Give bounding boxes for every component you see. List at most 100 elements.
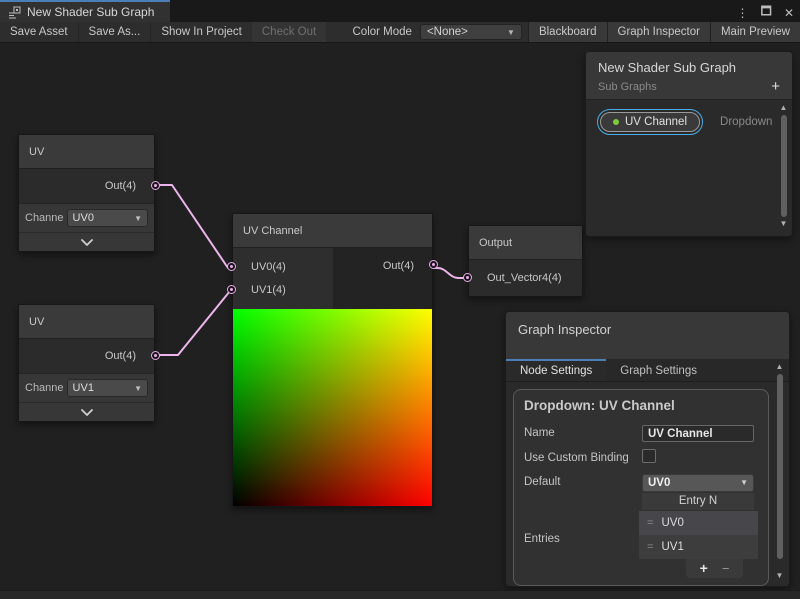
scrollbar-thumb[interactable] <box>777 374 783 559</box>
inspector-scrollbar[interactable]: ▲ ▼ <box>773 362 786 581</box>
tab-new-shader-sub-graph[interactable]: New Shader Sub Graph <box>0 0 170 22</box>
output-ports-column: Out(4) <box>333 248 432 309</box>
drag-handle-icon[interactable]: = <box>647 517 653 529</box>
add-entry-button[interactable]: + <box>700 561 708 575</box>
channel-value: UV1 <box>73 382 94 394</box>
scroll-up-icon[interactable]: ▲ <box>780 103 788 113</box>
scrollbar-thumb[interactable] <box>781 115 787 217</box>
input-port-uv1[interactable] <box>227 285 236 294</box>
default-label: Default <box>524 474 642 488</box>
check-out-button: Check Out <box>252 22 326 42</box>
collapse-preview-button[interactable] <box>19 232 154 251</box>
graph-inspector-panel[interactable]: Graph Inspector Node Settings Graph Sett… <box>505 311 790 587</box>
input-ports-column: UV0(4) UV1(4) <box>233 248 333 309</box>
use-custom-binding-checkbox[interactable] <box>642 449 656 463</box>
graph-inspector-toggle-button[interactable]: Graph Inspector <box>607 22 710 42</box>
node-uv-channel[interactable]: UV Channel UV0(4) UV1(4) Out(4) <box>232 213 433 507</box>
property-row: UV Channel Dropdown <box>586 100 792 132</box>
channel-dropdown[interactable]: UV0 ▼ <box>67 209 148 227</box>
show-in-project-button[interactable]: Show In Project <box>151 22 252 42</box>
save-asset-button[interactable]: Save Asset <box>0 22 79 42</box>
channel-control-row: Channe UV1 ▼ <box>19 373 154 402</box>
output-port[interactable] <box>429 260 438 269</box>
node-output[interactable]: Output Out_Vector4(4) <box>468 225 583 297</box>
color-mode-label: Color Mode <box>345 22 420 42</box>
port-label: Out(4) <box>105 350 136 362</box>
output-port-row: Out(4) <box>333 248 432 284</box>
tab-graph-settings[interactable]: Graph Settings <box>606 359 711 381</box>
entries-footer: + − <box>686 559 743 578</box>
chevron-down-icon: ▼ <box>134 214 142 223</box>
blackboard-subheader: Sub Graphs + <box>598 81 780 93</box>
window-bottom-edge <box>0 590 800 599</box>
node-title[interactable]: Output <box>469 226 582 260</box>
input-port[interactable] <box>463 273 472 282</box>
drag-handle-icon[interactable]: = <box>647 541 653 553</box>
entry-row-uv1[interactable]: = UV1 <box>639 535 758 559</box>
custom-binding-row: Use Custom Binding <box>524 449 758 467</box>
name-field-row: Name <box>524 425 758 442</box>
channel-label: Channe <box>25 382 64 394</box>
node-uv-1[interactable]: UV Out(4) Channe UV0 ▼ <box>18 134 155 252</box>
shader-graph-icon <box>8 6 21 19</box>
close-icon[interactable]: ✕ <box>784 6 794 20</box>
channel-label: Channe <box>25 212 64 224</box>
port-label: UV1(4) <box>251 284 286 296</box>
main-preview-toggle-button[interactable]: Main Preview <box>710 22 800 42</box>
scroll-down-icon[interactable]: ▼ <box>780 219 788 229</box>
property-pill-uv-channel[interactable]: UV Channel <box>600 112 700 132</box>
use-custom-binding-label: Use Custom Binding <box>524 449 642 467</box>
chevron-down-icon <box>81 239 93 246</box>
node-title[interactable]: UV <box>19 305 154 339</box>
edge-uv2-to-uvchannel <box>145 291 240 355</box>
property-name: UV Channel <box>625 116 687 128</box>
chevron-down-icon <box>81 409 93 416</box>
chevron-down-icon: ▼ <box>507 28 515 37</box>
add-property-button[interactable]: + <box>771 81 780 93</box>
output-port[interactable] <box>151 181 160 190</box>
graph-toolbar: Save Asset Save As... Show In Project Ch… <box>0 22 800 43</box>
inspector-content: Dropdown: UV Channel Name Use Custom Bin… <box>506 382 789 592</box>
default-dropdown[interactable]: UV0 ▼ <box>642 474 754 492</box>
uv-gradient-preview <box>233 309 432 506</box>
inspector-title: Graph Inspector <box>506 312 789 359</box>
tab-node-settings[interactable]: Node Settings <box>506 359 606 381</box>
scroll-down-icon[interactable]: ▼ <box>776 571 784 581</box>
entry-value: UV0 <box>661 517 683 529</box>
input-port-row: UV1(4) <box>233 278 333 301</box>
edge-uv1-to-uvchannel <box>145 185 240 268</box>
port-label: Out_Vector4(4) <box>487 272 562 284</box>
node-title[interactable]: UV <box>19 135 154 169</box>
blackboard-scrollbar[interactable]: ▲ ▼ <box>777 103 790 229</box>
exposed-dot-icon <box>613 119 619 125</box>
scroll-up-icon[interactable]: ▲ <box>776 362 784 372</box>
input-port-uv0[interactable] <box>227 262 236 271</box>
default-value: UV0 <box>648 477 670 489</box>
channel-control-row: Channe UV0 ▼ <box>19 203 154 232</box>
channel-dropdown[interactable]: UV1 ▼ <box>67 379 148 397</box>
node-title[interactable]: UV Channel <box>233 214 432 248</box>
maximize-icon[interactable]: 🗖 <box>761 2 772 23</box>
section-title: Dropdown: UV Channel <box>524 398 758 413</box>
entry-row-uv0[interactable]: = UV0 <box>639 511 758 535</box>
collapse-preview-button[interactable] <box>19 402 154 421</box>
input-port-row: UV0(4) <box>233 255 333 278</box>
blackboard-subtitle: Sub Graphs <box>598 81 657 93</box>
save-as-button[interactable]: Save As... <box>79 22 152 42</box>
name-input[interactable] <box>642 425 754 442</box>
inspector-tabs: Node Settings Graph Settings <box>506 359 789 382</box>
blackboard-panel[interactable]: New Shader Sub Graph Sub Graphs + UV Cha… <box>585 51 793 237</box>
tab-bar: New Shader Sub Graph ⋮ 🗖 ✕ <box>0 0 800 22</box>
graph-canvas[interactable]: UV Out(4) Channe UV0 ▼ UV Out <box>0 43 800 599</box>
node-uv-2[interactable]: UV Out(4) Channe UV1 ▼ <box>18 304 155 422</box>
dropdown-settings-section: Dropdown: UV Channel Name Use Custom Bin… <box>513 389 769 586</box>
output-port[interactable] <box>151 351 160 360</box>
blackboard-body: UV Channel Dropdown ▲ ▼ <box>586 100 792 232</box>
blackboard-toggle-button[interactable]: Blackboard <box>528 22 607 42</box>
port-label: Out(4) <box>383 260 414 272</box>
menu-icon[interactable]: ⋮ <box>737 6 749 20</box>
property-type: Dropdown <box>720 116 772 128</box>
color-mode-dropdown[interactable]: <None> ▼ <box>420 24 522 40</box>
remove-entry-button[interactable]: − <box>722 562 730 575</box>
entries-label: Entries <box>524 511 639 578</box>
